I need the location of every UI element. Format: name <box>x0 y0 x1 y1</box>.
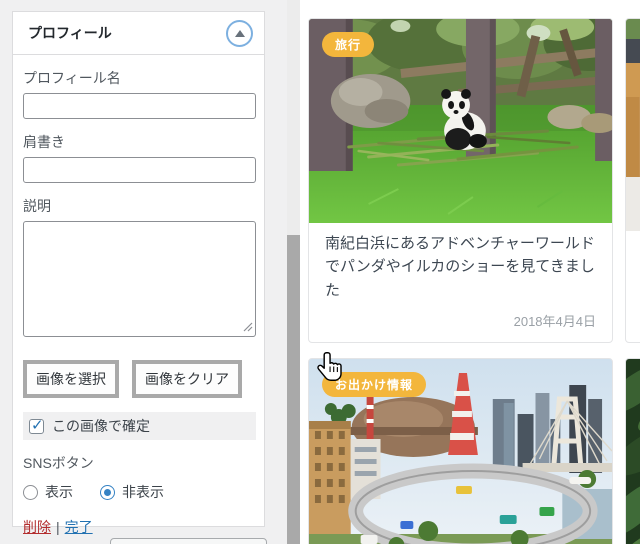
done-link[interactable]: 完了 <box>65 519 93 535</box>
radio-hide-label: 非表示 <box>122 484 164 501</box>
widget-title: プロフィール <box>28 25 112 41</box>
post-card-miniature-city[interactable]: お出かけ情報 <box>308 358 613 544</box>
radio-show[interactable] <box>23 484 38 500</box>
post-card-panda[interactable]: 旅行 南紀白浜にあるアドベンチャーワールドでパンダやイルカのショーを見てきました… <box>308 18 613 343</box>
collapse-toggle-button[interactable] <box>226 19 253 47</box>
clear-image-button[interactable]: 画像をクリア <box>132 360 242 399</box>
customizer-sidebar: プロフィール プロフィール名 肩書き 説明 画像を選択 画像をクリア ✓ この画… <box>0 0 300 544</box>
sns-radio-group: 表示 非表示 <box>23 482 256 502</box>
radio-hide[interactable] <box>100 484 115 500</box>
customizer-screen: プロフィール プロフィール名 肩書き 説明 画像を選択 画像をクリア ✓ この画… <box>0 0 640 544</box>
post-title[interactable]: 南紀白浜にあるアドベンチャーワールドでパンダやイルカのショーを見てきました <box>325 232 596 302</box>
description-label: 説明 <box>23 198 51 214</box>
radio-show-label: 表示 <box>45 484 73 501</box>
sns-buttons-label: SNSボタン <box>23 455 94 472</box>
panda-zoo-image[interactable]: 旅行 <box>309 19 612 223</box>
sidebar-scrollbar-thumb[interactable] <box>287 235 300 544</box>
green-leaves-image[interactable] <box>626 359 640 544</box>
post-card-partial-bottom[interactable] <box>625 358 640 544</box>
link-separator: | <box>56 519 60 536</box>
radio-option-hide[interactable]: 非表示 <box>100 482 164 502</box>
widget-header[interactable]: プロフィール <box>13 12 264 55</box>
job-title-label: 肩書き <box>23 134 65 150</box>
job-title-input[interactable] <box>23 157 256 183</box>
triangle-up-icon <box>234 29 245 37</box>
post-date: 2018年4月4日 <box>513 314 596 329</box>
confirm-image-checkbox[interactable] <box>29 416 44 434</box>
profile-name-input[interactable] <box>23 93 256 119</box>
select-image-button[interactable]: 画像を選択 <box>23 360 119 399</box>
confirm-image-label: この画像で確定 <box>52 418 150 435</box>
description-textarea[interactable] <box>23 221 256 337</box>
sidebar-scrollbar-track[interactable] <box>287 0 300 544</box>
next-widget-peek[interactable] <box>110 538 267 544</box>
widget-form: プロフィール名 肩書き 説明 画像を選択 画像をクリア ✓ この画像で確定 SN… <box>13 68 264 537</box>
category-badge-travel[interactable]: 旅行 <box>322 32 375 57</box>
building-image[interactable] <box>626 19 640 231</box>
card-text-area <box>626 231 640 342</box>
category-badge-outing[interactable]: お出かけ情報 <box>322 372 427 397</box>
profile-widget-panel: プロフィール プロフィール名 肩書き 説明 画像を選択 画像をクリア ✓ この画… <box>12 11 265 535</box>
card-text-area: 南紀白浜にあるアドベンチャーワールドでパンダやイルカのショーを見てきました 20… <box>309 223 612 342</box>
site-preview: 旅行 南紀白浜にあるアドベンチャーワールドでパンダやイルカのショーを見てきました… <box>300 0 640 544</box>
miniature-city-image[interactable]: お出かけ情報 <box>309 359 612 544</box>
post-card-partial-top[interactable] <box>625 18 640 343</box>
confirm-image-row: この画像で確定 <box>23 412 256 441</box>
radio-option-show[interactable]: 表示 <box>23 482 73 502</box>
delete-link[interactable]: 削除 <box>23 519 51 535</box>
profile-name-label: プロフィール名 <box>23 70 121 86</box>
